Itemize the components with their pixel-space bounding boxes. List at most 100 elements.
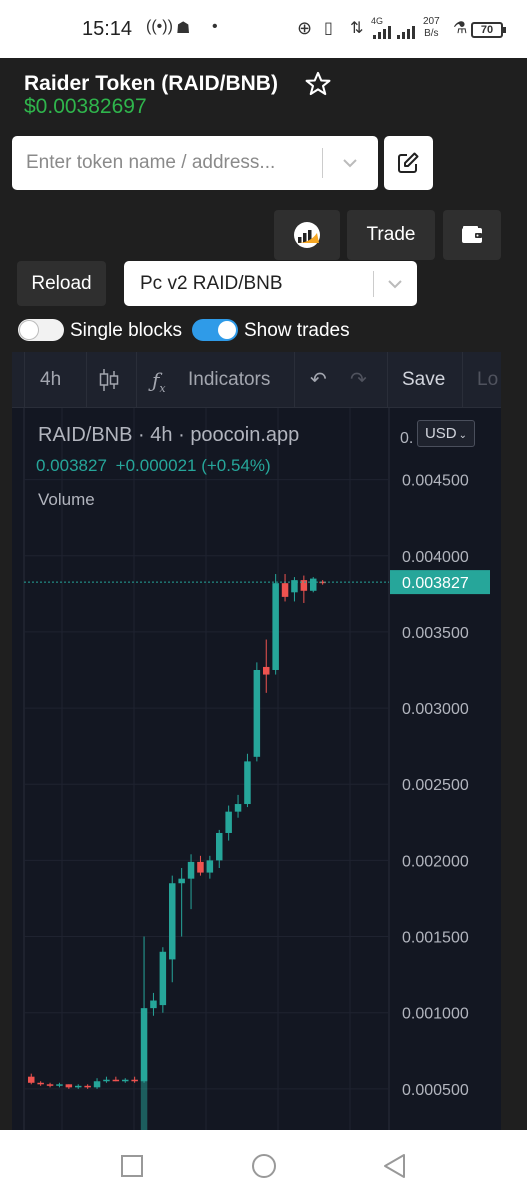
candle-body — [206, 860, 214, 873]
pair-select[interactable]: Pc v2 RAID/BNB — [124, 261, 417, 306]
chevron-down-icon[interactable] — [387, 276, 403, 292]
save-button[interactable]: Save — [402, 352, 445, 408]
candle-body — [93, 1081, 101, 1088]
legend-dot: · — [138, 424, 145, 446]
y-tick-label: 0.001000 — [402, 1006, 469, 1023]
candle-body — [197, 861, 204, 873]
vibrate-icon: ▯ — [324, 20, 333, 37]
redo-icon[interactable]: ↷ — [350, 352, 367, 408]
legend-symbol: RAID/BNB — [38, 424, 133, 446]
transfer-icon: ⇅ — [350, 20, 364, 37]
y-tick-label: 0.002000 — [402, 853, 469, 870]
status-bar: 15:14 ((•)) ☗ • ⊕ ▯ ⇅ 4G 207 B/s ⚗ 70 — [0, 0, 527, 58]
y-tick-label: 0.000500 — [402, 1082, 469, 1099]
reload-button[interactable]: Reload — [17, 261, 106, 306]
candle-body — [272, 583, 279, 670]
y-tick-label: 0.003500 — [402, 625, 469, 642]
candles-type-icon[interactable] — [98, 367, 120, 393]
chart-logo-button[interactable] — [274, 210, 340, 260]
candle-body — [56, 1084, 63, 1086]
volume-bar — [140, 1070, 148, 1130]
candle-body — [263, 666, 270, 675]
edit-icon — [398, 152, 419, 173]
candle-body — [112, 1079, 120, 1082]
edit-button[interactable] — [384, 136, 433, 190]
legend-last: 0.003827 — [36, 456, 107, 475]
candle-body — [84, 1085, 91, 1088]
divider — [373, 271, 374, 297]
android-nav-bar — [0, 1130, 527, 1200]
candle-body — [37, 1082, 44, 1085]
legend-change-pct: (+0.54%) — [201, 456, 271, 475]
chart-legend-title: RAID/BNB · 4h · poocoin.app — [38, 424, 299, 447]
candle-body — [253, 669, 261, 757]
candle-body — [178, 878, 185, 884]
currency-label: USD — [424, 425, 457, 442]
candle-body — [169, 883, 176, 960]
candle-body — [187, 861, 195, 879]
candle-body — [159, 951, 167, 1006]
candlestick-chart[interactable]: 0.004500 0.004000 0.003500 0.003000 0.002500… — [12, 408, 501, 1130]
status-time: 15:14 — [82, 18, 133, 40]
y-tick-label: 0.004000 — [402, 549, 469, 566]
chevron-down-icon[interactable] — [342, 155, 358, 171]
page-title: Raider Token (RAID/BNB) — [24, 72, 278, 95]
y-tick-label: 0.003000 — [402, 701, 469, 718]
search-input[interactable] — [26, 146, 322, 180]
candle-body — [244, 761, 251, 805]
fx-icon[interactable]: ƒx — [152, 352, 166, 408]
pair-select-value: Pc v2 RAID/BNB — [140, 273, 283, 294]
chart-legend-values: 0.003827 +0.000021 (+0.54%) — [36, 456, 271, 476]
tradingview-chart[interactable]: 4h ƒx Indicators ↶ ↷ Save Lo 0.004500 0.0… — [12, 352, 501, 1130]
candle-body — [28, 1076, 35, 1083]
back-icon[interactable] — [382, 1152, 408, 1180]
candle-body — [103, 1079, 110, 1082]
currency-button[interactable]: USD ⌄ — [417, 420, 475, 447]
candle-body — [150, 1000, 157, 1009]
undo-icon[interactable]: ↶ — [310, 352, 327, 408]
poocoin-logo-icon — [294, 222, 320, 248]
wallet-icon — [462, 226, 482, 243]
token-search[interactable] — [12, 136, 378, 190]
recent-apps-icon[interactable] — [120, 1154, 144, 1178]
candle-body — [46, 1084, 54, 1086]
y-tick-label: 0.002500 — [402, 777, 469, 794]
net-speed: 207 B/s — [423, 16, 440, 39]
candle-body — [234, 804, 242, 812]
signal-icon — [373, 26, 415, 39]
chart-toolbar: 4h ƒx Indicators ↶ ↷ Save Lo — [12, 352, 501, 408]
star-icon[interactable] — [304, 70, 332, 98]
show-trades-toggle[interactable] — [192, 319, 238, 341]
last-price-label: 0.003827 — [402, 575, 469, 592]
legend-source: poocoin.app — [190, 424, 300, 446]
candle-body — [281, 583, 289, 597]
y-tick-label: 0.004500 — [402, 473, 469, 490]
toggle-knob — [20, 321, 38, 339]
indicators-button[interactable]: Indicators — [188, 352, 270, 408]
candle-body — [310, 578, 317, 591]
wallet-button[interactable] — [443, 210, 501, 260]
chevron-down-icon: ⌄ — [458, 430, 468, 441]
candle-body — [65, 1084, 73, 1088]
load-button-cut[interactable]: Lo — [477, 352, 498, 408]
volume-label: Volume — [38, 490, 95, 509]
single-blocks-label: Single blocks — [70, 320, 182, 341]
token-price: $0.00382697 — [24, 95, 147, 118]
interval-button[interactable]: 4h — [40, 352, 61, 408]
game-icon: ☗ — [176, 20, 191, 37]
data-saver-icon: ⊕ — [297, 18, 313, 38]
trade-button[interactable]: Trade — [347, 210, 435, 260]
y-tick-label: 0.001500 — [402, 930, 469, 947]
battery-icon: 70 — [471, 22, 506, 38]
legend-interval: 4h — [150, 424, 173, 446]
candle-body — [216, 832, 223, 861]
candle-body — [122, 1079, 129, 1082]
show-trades-label: Show trades — [244, 320, 350, 341]
hotspot-icon: ((•)) — [146, 18, 173, 35]
divider — [322, 148, 323, 178]
candle-body — [225, 811, 232, 833]
dot-icon: • — [212, 18, 218, 35]
single-blocks-toggle[interactable] — [18, 319, 64, 341]
home-icon[interactable] — [250, 1152, 278, 1180]
lab-icon: ⚗ — [453, 20, 468, 37]
